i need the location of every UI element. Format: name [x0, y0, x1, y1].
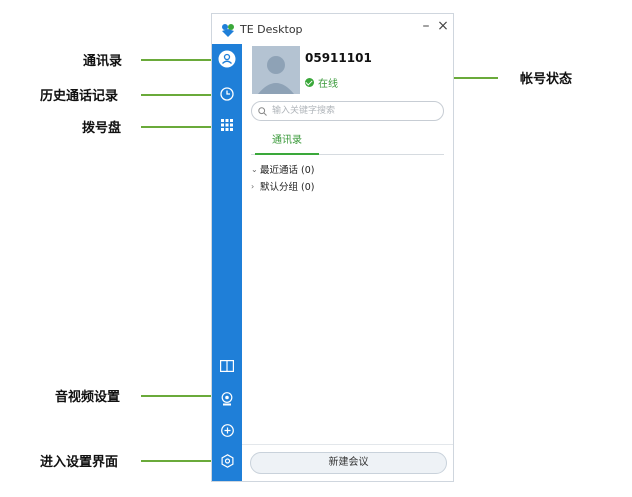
minimize-button[interactable]: –	[419, 18, 433, 34]
webcam-icon	[221, 392, 233, 406]
annotation-enter-settings: 进入设置界面	[40, 455, 119, 470]
sidebar	[212, 44, 242, 481]
annotation-contacts: 通讯录	[83, 54, 123, 69]
bottom-bar: 新建会议	[242, 444, 453, 481]
account-id: 05911101	[305, 51, 372, 65]
status-text: 在线	[318, 79, 338, 90]
add-icon	[220, 423, 234, 437]
search-box[interactable]	[251, 101, 444, 121]
sidebar-item-dialpad[interactable]	[212, 115, 242, 135]
avatar[interactable]	[252, 46, 300, 94]
sidebar-item-book[interactable]	[212, 356, 242, 376]
window-title: TE Desktop	[240, 23, 303, 36]
new-meeting-button[interactable]: 新建会议	[250, 452, 447, 474]
contacts-icon	[218, 50, 236, 68]
group-default[interactable]: › 默认分组 (0)	[251, 179, 315, 194]
group-label: 默认分组 (0)	[260, 182, 315, 193]
chevron-right-icon: ›	[251, 181, 255, 191]
user-avatar-icon	[252, 46, 300, 94]
chevron-down-icon: ⌄	[251, 164, 258, 174]
tab-bar: 通讯录	[251, 132, 444, 155]
account-status[interactable]: 在线	[305, 75, 338, 90]
sidebar-item-settings[interactable]	[212, 451, 242, 471]
annotation-account-status: 帐号状态	[520, 72, 573, 87]
app-window: TE Desktop – × 05911101 在线 输入关键字搜索 通讯录 ⌄…	[211, 13, 454, 482]
sidebar-item-av-settings[interactable]	[212, 389, 242, 409]
group-label: 最近通话 (0)	[260, 165, 315, 176]
te-logo-icon	[222, 24, 234, 37]
settings-icon	[221, 454, 233, 468]
group-recent-calls[interactable]: ⌄ 最近通话 (0)	[251, 162, 315, 177]
annotation-av-settings: 音视频设置	[55, 390, 121, 405]
sidebar-item-contacts[interactable]	[212, 49, 242, 69]
sidebar-item-history[interactable]	[212, 84, 242, 104]
history-icon	[220, 87, 234, 101]
annotation-history: 历史通话记录	[40, 89, 119, 104]
online-check-icon	[305, 78, 314, 87]
close-button[interactable]: ×	[436, 18, 450, 34]
search-input[interactable]	[270, 105, 434, 117]
book-icon	[220, 360, 234, 372]
sidebar-item-add[interactable]	[212, 420, 242, 440]
search-icon	[258, 106, 267, 116]
annotation-dialpad: 拨号盘	[82, 121, 122, 136]
dialpad-icon	[221, 119, 233, 131]
tab-contacts[interactable]: 通讯录	[255, 132, 319, 155]
title-bar[interactable]: TE Desktop – ×	[212, 14, 453, 44]
